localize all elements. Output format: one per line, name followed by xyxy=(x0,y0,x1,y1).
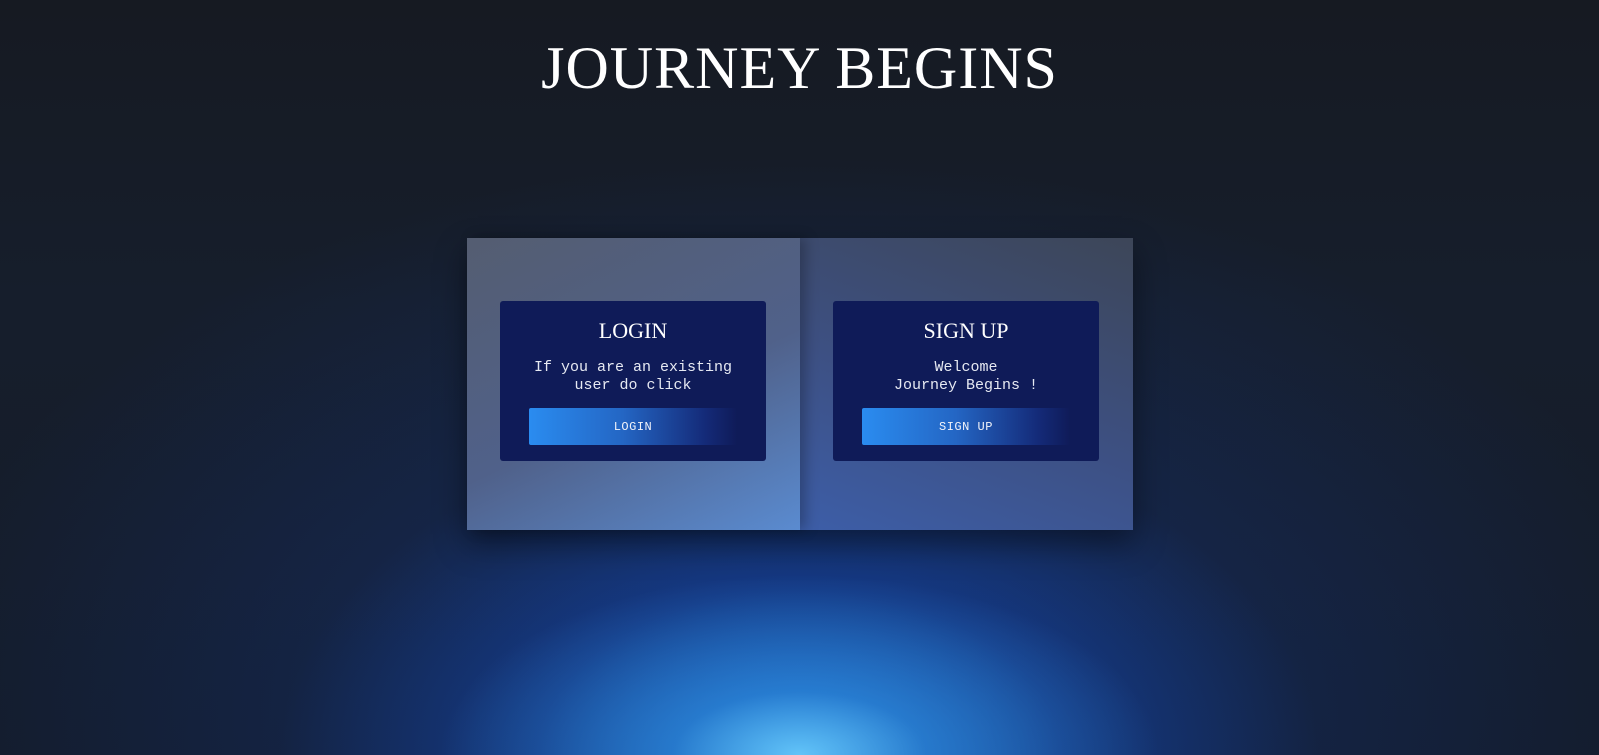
page-title: JOURNEY BEGINS xyxy=(541,35,1058,101)
signup-button[interactable]: SIGN UP xyxy=(862,408,1070,445)
signup-card-description: Welcome Journey Begins ! xyxy=(893,359,1039,394)
login-card: LOGIN If you are an existing user do cli… xyxy=(500,301,766,461)
signup-panel: SIGN UP Welcome Journey Begins ! SIGN UP xyxy=(800,238,1133,530)
background-texture-mark xyxy=(30,672,44,755)
signup-card-title: SIGN UP xyxy=(923,318,1009,343)
login-card-description: If you are an existing user do click xyxy=(533,359,733,394)
login-panel: LOGIN If you are an existing user do cli… xyxy=(467,238,800,530)
login-button[interactable]: LOGIN xyxy=(529,408,737,445)
signup-card: SIGN UP Welcome Journey Begins ! SIGN UP xyxy=(833,301,1099,461)
auth-panel: LOGIN If you are an existing user do cli… xyxy=(467,238,1133,530)
login-card-title: LOGIN xyxy=(598,318,668,343)
